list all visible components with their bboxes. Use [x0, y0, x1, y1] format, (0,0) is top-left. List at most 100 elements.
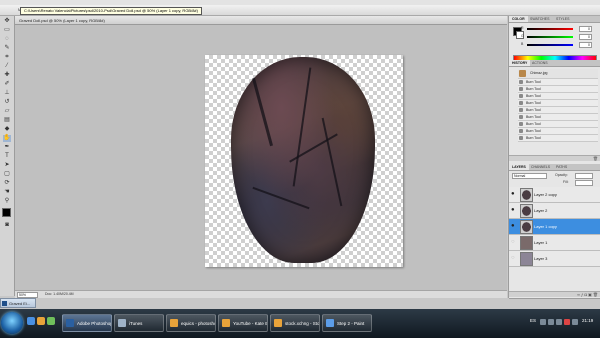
- taskbar-item-label: equics - photoshop ...: [181, 321, 215, 326]
- blue-value[interactable]: 0: [579, 42, 592, 48]
- foreground-color-swatch[interactable]: [2, 208, 11, 217]
- lasso-tool-icon[interactable]: ◌: [3, 36, 11, 43]
- history-item[interactable]: Burn Tool: [518, 107, 598, 114]
- history-item-label: Burn Tool: [526, 94, 541, 98]
- red-track[interactable]: [527, 28, 573, 30]
- tab-color[interactable]: COLOR: [509, 16, 528, 22]
- layer-row[interactable]: ● Layer 2: [509, 203, 600, 219]
- brush-tool-icon[interactable]: ✐: [3, 81, 11, 88]
- start-button[interactable]: [1, 312, 23, 334]
- marquee-tool-icon[interactable]: ▭: [3, 27, 11, 34]
- taskbar-item-itunes[interactable]: iTunes: [114, 314, 164, 332]
- tab-paths[interactable]: PATHS: [553, 164, 570, 170]
- tray-icon[interactable]: [572, 319, 578, 325]
- tab-layers[interactable]: LAYERS: [509, 164, 529, 170]
- layers-panel-tabs: LAYERS CHANNELS PATHS: [509, 164, 600, 171]
- color-panel: COLOR SWATCHES STYLES R 0 G 0 B 0: [509, 16, 600, 64]
- gradient-tool-icon[interactable]: ▤: [3, 117, 11, 124]
- quick-launch-folder-icon[interactable]: [37, 317, 45, 325]
- crop-tool-icon[interactable]: ⌗: [3, 54, 11, 61]
- canvas[interactable]: [205, 55, 403, 267]
- move-tool-icon[interactable]: ✥: [3, 18, 11, 25]
- trash-icon[interactable]: 🗑: [593, 292, 598, 297]
- zoom-tool-icon[interactable]: ⚲: [3, 198, 11, 205]
- taskbar-item-browser-1[interactable]: equics - photoshop ...: [166, 314, 216, 332]
- history-brush-tool-icon[interactable]: ↺: [3, 99, 11, 106]
- eye-hidden-icon[interactable]: ○: [511, 255, 517, 261]
- tools-panel: ✥ ▭ ◌ ✎ ⌗ ⁄ ✚ ✐ ⊥ ↺ ▱ ▤ ◆ ✋ ✒ T ➤ ▢ ⟳ ☚ …: [0, 16, 15, 296]
- minimized-document[interactable]: Graved Ei...: [0, 298, 36, 308]
- layer-row[interactable]: ○ Layer 3: [509, 251, 600, 267]
- taskbar-item-label: Adobe Photoshop C...: [77, 321, 111, 326]
- trash-icon[interactable]: 🗑: [593, 156, 598, 161]
- tab-channels[interactable]: CHANNELS: [528, 164, 553, 170]
- taskbar-item-browser-3[interactable]: stock.xchng - Stoko ...: [270, 314, 320, 332]
- taskbar-item-browser-2[interactable]: YouTube - Kate Bec...: [218, 314, 268, 332]
- pen-tool-icon[interactable]: ✒: [3, 144, 11, 151]
- history-panel-footer: 🗑: [509, 155, 600, 161]
- color-panel-tabs: COLOR SWATCHES STYLES: [509, 16, 600, 23]
- blend-mode-select[interactable]: Normal: [512, 173, 547, 179]
- history-item[interactable]: Burn Tool: [518, 114, 598, 121]
- quick-launch-media-icon[interactable]: [47, 317, 55, 325]
- history-item[interactable]: Burn Tool: [518, 93, 598, 100]
- tray-icon[interactable]: [564, 319, 570, 325]
- document-size[interactable]: Doc: 1.40M/20.4M: [45, 292, 74, 297]
- eye-hidden-icon[interactable]: ○: [511, 239, 517, 245]
- tab-swatches[interactable]: SWATCHES: [527, 16, 552, 22]
- mask-icon[interactable]: ◘: [584, 292, 586, 297]
- layer-row[interactable]: ○ Layer 1: [509, 235, 600, 251]
- tray-icon[interactable]: [540, 319, 546, 325]
- history-item[interactable]: Burn Tool: [518, 128, 598, 135]
- burn-tool-icon[interactable]: ✋: [3, 135, 11, 142]
- system-tray: [528, 313, 600, 333]
- taskbar-item-photoshop[interactable]: Adobe Photoshop C...: [62, 314, 112, 332]
- opacity-field[interactable]: [575, 173, 593, 179]
- history-item[interactable]: Burn Tool: [518, 121, 598, 128]
- healing-brush-tool-icon[interactable]: ✚: [3, 72, 11, 79]
- history-item[interactable]: Burn Tool: [518, 135, 598, 142]
- fill-field[interactable]: [575, 180, 593, 186]
- hand-tool-icon[interactable]: ☚: [3, 189, 11, 196]
- green-value[interactable]: 0: [579, 34, 592, 40]
- clock[interactable]: 21:19: [582, 318, 593, 323]
- document-title[interactable]: Graved Doll.psd @ 50% (Layer 1 copy, RGB…: [15, 16, 507, 25]
- blur-tool-icon[interactable]: ◆: [3, 126, 11, 133]
- eyedropper-tool-icon[interactable]: ⁄: [3, 63, 11, 70]
- eye-icon[interactable]: ●: [511, 207, 517, 213]
- eye-icon[interactable]: ●: [511, 223, 517, 229]
- taskbar-item-label: Step 2 - Paint: [337, 321, 365, 326]
- blue-track[interactable]: [527, 44, 573, 46]
- quick-mask-icon[interactable]: ◙: [3, 222, 11, 229]
- 3d-rotate-tool-icon[interactable]: ⟳: [3, 180, 11, 187]
- burn-tool-icon: [519, 115, 523, 119]
- fx-icon[interactable]: ƒ: [581, 292, 583, 297]
- tab-actions[interactable]: ACTIONS: [529, 60, 551, 66]
- shape-tool-icon[interactable]: ▢: [3, 171, 11, 178]
- type-tool-icon[interactable]: T: [3, 153, 11, 160]
- clone-stamp-tool-icon[interactable]: ⊥: [3, 90, 11, 97]
- volume-icon[interactable]: [556, 319, 562, 325]
- layer-row[interactable]: ● Layer 1 copy: [509, 219, 600, 235]
- eye-icon[interactable]: ●: [511, 191, 517, 197]
- network-icon[interactable]: [548, 319, 554, 325]
- eraser-tool-icon[interactable]: ▱: [3, 108, 11, 115]
- history-item-label: Burn Tool: [526, 80, 541, 84]
- quick-select-tool-icon[interactable]: ✎: [3, 45, 11, 52]
- quick-launch-ie-icon[interactable]: [27, 317, 35, 325]
- tab-history[interactable]: HISTORY: [509, 60, 531, 66]
- history-item[interactable]: Burn Tool: [518, 79, 598, 86]
- taskbar-item-paint[interactable]: Step 2 - Paint: [322, 314, 372, 332]
- link-icon[interactable]: ∞: [577, 292, 580, 297]
- path-select-tool-icon[interactable]: ➤: [3, 162, 11, 169]
- green-track[interactable]: [527, 36, 573, 38]
- history-snapshot[interactable]: Chimaz.jpg: [518, 69, 598, 79]
- red-value[interactable]: 0: [579, 26, 592, 32]
- layer-row[interactable]: ● Layer 2 copy: [509, 187, 600, 203]
- tab-styles[interactable]: STYLES: [553, 16, 572, 22]
- history-item[interactable]: Burn Tool: [518, 86, 598, 93]
- red-label: R: [521, 26, 524, 30]
- history-item[interactable]: Burn Tool: [518, 100, 598, 107]
- new-layer-icon[interactable]: ▣: [588, 292, 592, 297]
- layer-thumbnail: [520, 220, 533, 234]
